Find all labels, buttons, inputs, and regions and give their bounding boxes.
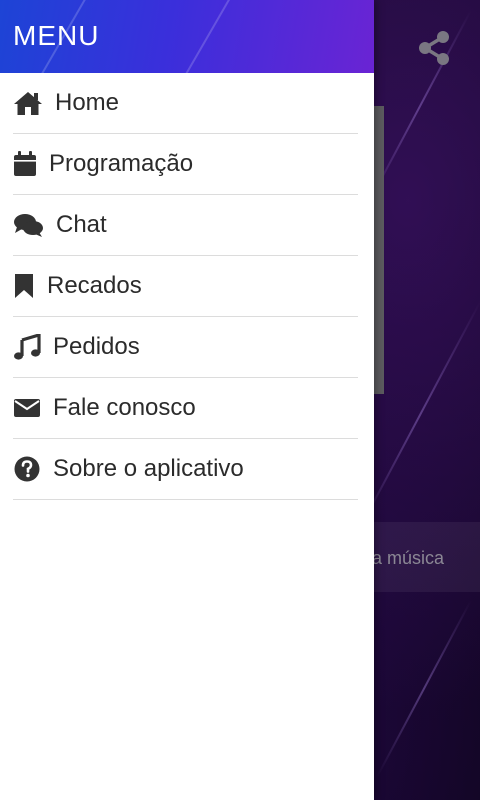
drawer-title: MENU <box>13 20 100 51</box>
decorative-streak <box>376 600 472 778</box>
calendar-icon <box>13 151 37 177</box>
menu-item-fale-conosco[interactable]: Fale conosco <box>13 378 358 439</box>
chat-bubbles-icon <box>13 212 44 238</box>
navigation-drawer: MENU Home Programação Chat Recados Pedid… <box>0 0 374 800</box>
menu-item-chat[interactable]: Chat <box>13 195 358 256</box>
menu-item-label: Sobre o aplicativo <box>53 455 244 482</box>
menu-list: Home Programação Chat Recados Pedidos Fa… <box>0 73 374 500</box>
home-icon <box>13 90 43 116</box>
drawer-header: MENU <box>0 0 374 73</box>
share-icon[interactable] <box>414 28 454 68</box>
question-circle-icon <box>13 455 41 483</box>
menu-item-home[interactable]: Home <box>13 73 358 134</box>
menu-item-label: Pedidos <box>53 333 140 360</box>
menu-item-label: Home <box>55 89 120 116</box>
envelope-icon <box>13 397 41 419</box>
menu-item-label: Recados <box>47 272 142 299</box>
background-scrollbar[interactable] <box>374 106 384 394</box>
bookmark-icon <box>13 273 35 299</box>
menu-item-programacao[interactable]: Programação <box>13 134 358 195</box>
menu-item-label: Programação <box>49 150 194 177</box>
decorative-streak <box>185 0 247 73</box>
menu-item-label: Fale conosco <box>53 394 196 421</box>
song-request-bar-text: a música <box>371 548 444 568</box>
menu-item-sobre[interactable]: Sobre o aplicativo <box>13 439 358 500</box>
menu-item-recados[interactable]: Recados <box>13 256 358 317</box>
menu-item-label: Chat <box>56 211 107 238</box>
app-screen: a música MENU Home Programação Chat Reca… <box>0 0 480 800</box>
menu-item-pedidos[interactable]: Pedidos <box>13 317 358 378</box>
music-note-icon <box>13 334 41 360</box>
